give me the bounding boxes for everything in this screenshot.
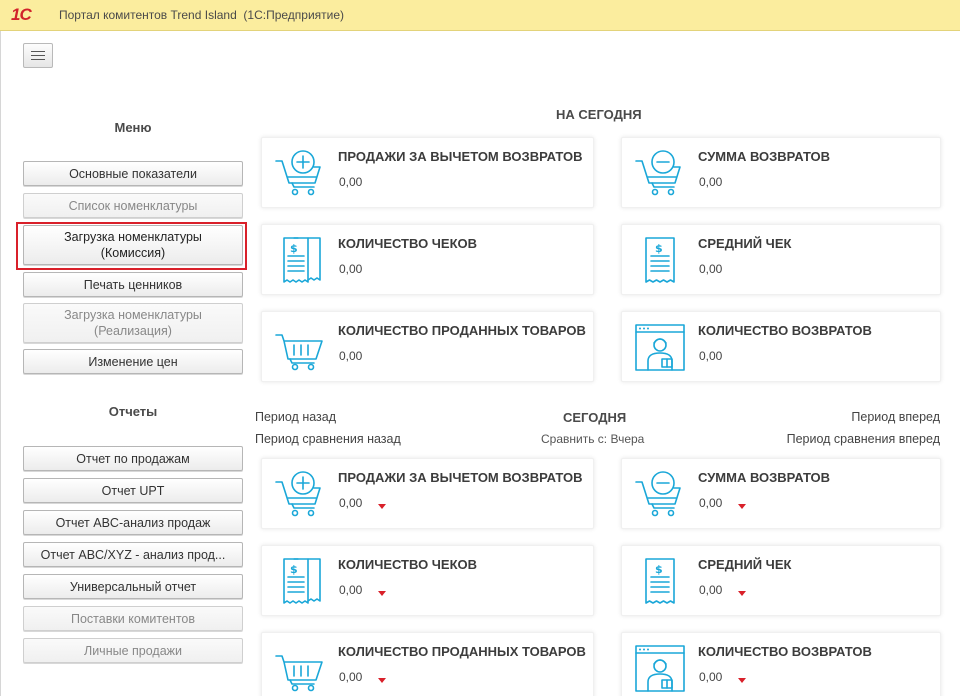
receipts-icon: $ [274, 555, 326, 607]
card-value: 0,00 [699, 496, 723, 510]
cart-minus-icon [634, 468, 686, 520]
menu-nomenclature-list-button[interactable]: Список номенклатуры [23, 193, 243, 218]
receipt-icon: $ [634, 234, 686, 286]
menu-main-indicators-button[interactable]: Основные показатели [23, 161, 243, 186]
period-metric-card: СУММА ВОЗВРАТОВ 0,00 [621, 458, 941, 529]
period-metric-card: ПРОДАЖИ ЗА ВЫЧЕТОМ ВОЗВРАТОВ 0,00 [261, 458, 594, 529]
card-title: КОЛИЧЕСТВО ВОЗВРАТОВ [698, 644, 872, 659]
trend-down-icon [378, 504, 386, 509]
compare-with-label[interactable]: Сравнить с: Вчера [541, 432, 644, 446]
card-title: СРЕДНИЙ ЧЕК [698, 236, 792, 251]
svg-text:$: $ [655, 242, 663, 255]
today-metric-card: $ СРЕДНИЙ ЧЕК 0,00 [621, 224, 941, 295]
menu-heading: Меню [114, 120, 152, 135]
today-metric-card: ПРОДАЖИ ЗА ВЫЧЕТОМ ВОЗВРАТОВ 0,00 [261, 137, 594, 208]
report-consignor-deliveries-button[interactable]: Поставки комитентов [23, 606, 243, 631]
card-value: 0,00 [699, 175, 723, 189]
card-value: 0,00 [699, 583, 723, 597]
hamburger-icon [31, 51, 45, 52]
hamburger-menu-button[interactable] [23, 43, 53, 68]
work-area: Меню Основные показатели Список номенкла… [0, 31, 960, 696]
period-compare-forward-link[interactable]: Период сравнения вперед [787, 432, 940, 446]
cart-plus-icon [274, 147, 326, 199]
cart-minus-icon [634, 147, 686, 199]
card-title: КОЛИЧЕСТВО ЧЕКОВ [338, 557, 478, 572]
reports-heading: Отчеты [108, 404, 158, 419]
report-upt-button[interactable]: Отчет UPT [23, 478, 243, 503]
period-metric-card: КОЛИЧЕСТВО ПРОДАННЫХ ТОВАРОВ 0,00 [261, 632, 594, 696]
card-title: КОЛИЧЕСТВО ЧЕКОВ [338, 236, 478, 251]
card-title: СРЕДНИЙ ЧЕК [698, 557, 792, 572]
period-compare-back-link[interactable]: Период сравнения назад [255, 432, 401, 446]
receipt-icon: $ [634, 555, 686, 607]
card-value: 0,00 [699, 349, 723, 363]
trend-down-icon [378, 591, 386, 596]
menu-print-price-tags-button[interactable]: Печать ценников [23, 272, 243, 297]
report-abc-xyz-button[interactable]: Отчет ABC/XYZ - анализ прод... [23, 542, 243, 567]
cart-icon [274, 642, 326, 694]
trend-down-icon [378, 678, 386, 683]
card-title: КОЛИЧЕСТВО ПРОДАННЫХ ТОВАРОВ [338, 644, 586, 659]
svg-text:$: $ [290, 563, 298, 576]
period-metric-card: КОЛИЧЕСТВО ВОЗВРАТОВ 0,00 [621, 632, 941, 696]
card-title: ПРОДАЖИ ЗА ВЫЧЕТОМ ВОЗВРАТОВ [338, 470, 583, 485]
cart-icon [274, 321, 326, 373]
receipts-icon: $ [274, 234, 326, 286]
card-title: ПРОДАЖИ ЗА ВЫЧЕТОМ ВОЗВРАТОВ [338, 149, 583, 164]
today-metric-card: $ КОЛИЧЕСТВО ЧЕКОВ 0,00 [261, 224, 594, 295]
card-value: 0,00 [339, 670, 363, 684]
today-metric-card: КОЛИЧЕСТВО ВОЗВРАТОВ 0,00 [621, 311, 941, 382]
card-value: 0,00 [339, 349, 363, 363]
title-bar: 1С Портал комитентов Trend Island (1С:Пр… [0, 0, 960, 31]
trend-down-icon [738, 591, 746, 596]
today-metric-card: КОЛИЧЕСТВО ПРОДАННЫХ ТОВАРОВ 0,00 [261, 311, 594, 382]
period-forward-link[interactable]: Период вперед [851, 410, 940, 424]
card-title: КОЛИЧЕСТВО ВОЗВРАТОВ [698, 323, 872, 338]
menu-load-sale-button[interactable]: Загрузка номенклатуры (Реализация) [23, 303, 243, 343]
period-metric-card: $ КОЛИЧЕСТВО ЧЕКОВ 0,00 [261, 545, 594, 616]
card-value: 0,00 [699, 670, 723, 684]
courier-icon [634, 642, 686, 694]
cart-plus-icon [274, 468, 326, 520]
card-value: 0,00 [339, 496, 363, 510]
menu-change-prices-button[interactable]: Изменение цен [23, 349, 243, 374]
card-value: 0,00 [339, 583, 363, 597]
svg-text:$: $ [655, 563, 663, 576]
card-title: СУММА ВОЗВРАТОВ [698, 470, 831, 485]
trend-down-icon [738, 678, 746, 683]
card-title: СУММА ВОЗВРАТОВ [698, 149, 831, 164]
current-period-label: СЕГОДНЯ [563, 410, 627, 425]
svg-text:$: $ [290, 242, 298, 255]
period-back-link[interactable]: Период назад [255, 410, 336, 424]
period-metric-card: $ СРЕДНИЙ ЧЕК 0,00 [621, 545, 941, 616]
trend-down-icon [738, 504, 746, 509]
card-value: 0,00 [699, 262, 723, 276]
report-abc-button[interactable]: Отчет ABC-анализ продаж [23, 510, 243, 535]
window-title: Портал комитентов Trend Island (1С:Предп… [59, 8, 345, 22]
1c-logo: 1С [11, 5, 32, 24]
selection-highlight [16, 222, 247, 270]
report-sales-button[interactable]: Отчет по продажам [23, 446, 243, 471]
today-heading: НА СЕГОДНЯ [556, 107, 642, 122]
report-universal-button[interactable]: Универсальный отчет [23, 574, 243, 599]
report-personal-sales-button[interactable]: Личные продажи [23, 638, 243, 663]
courier-icon [634, 321, 686, 373]
card-title: КОЛИЧЕСТВО ПРОДАННЫХ ТОВАРОВ [338, 323, 586, 338]
card-value: 0,00 [339, 262, 363, 276]
card-value: 0,00 [339, 175, 363, 189]
today-metric-card: СУММА ВОЗВРАТОВ 0,00 [621, 137, 941, 208]
